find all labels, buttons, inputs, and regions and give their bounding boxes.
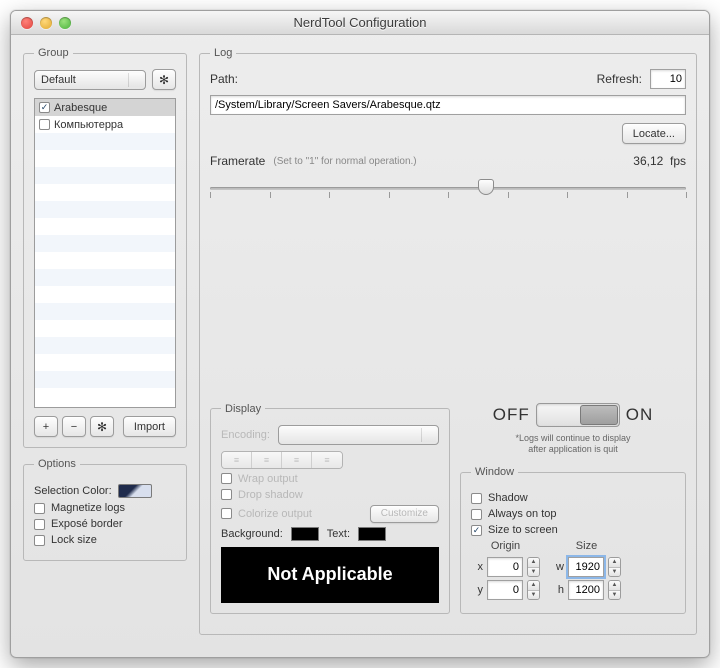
align-left-icon: ≡: [222, 452, 252, 468]
toggle-note-1: *Logs will continue to display: [515, 433, 630, 443]
app-window: NerdTool Configuration Group Default ▲▼: [10, 10, 710, 658]
fps-unit: fps: [670, 154, 686, 168]
x-input[interactable]: [487, 557, 523, 577]
size-to-screen-label: Size to screen: [488, 524, 558, 536]
framerate-hint: (Set to "1" for normal operation.): [273, 156, 416, 167]
framerate-label: Framerate: [210, 154, 265, 168]
window-panel: Window Shadow Always on top: [460, 466, 686, 614]
toggle-knob[interactable]: [580, 405, 618, 425]
w-stepper[interactable]: ▲▼: [608, 557, 621, 577]
h-stepper[interactable]: ▲▼: [608, 580, 621, 600]
list-item[interactable]: Компьютерра: [35, 116, 175, 133]
close-icon[interactable]: [21, 17, 33, 29]
h-label: h: [552, 584, 564, 596]
toggle-off-label: OFF: [493, 405, 530, 425]
lock-size-checkbox[interactable]: [34, 535, 45, 546]
w-input[interactable]: [568, 557, 604, 577]
framerate-slider[interactable]: [210, 176, 686, 200]
remove-button[interactable]: −: [62, 416, 86, 437]
group-select-value: Default: [41, 74, 76, 86]
encoding-label: Encoding:: [221, 429, 270, 441]
w-label: w: [552, 561, 564, 573]
magnetize-label: Magnetize logs: [51, 502, 125, 514]
expose-label: Exposé border: [51, 518, 123, 530]
text-color-label: Text:: [327, 528, 350, 540]
x-stepper[interactable]: ▲▼: [527, 557, 540, 577]
wrap-checkbox: [221, 473, 232, 484]
window-legend: Window: [471, 466, 518, 478]
slider-thumb[interactable]: [478, 179, 494, 195]
gear-icon: [159, 73, 169, 87]
selection-color-label: Selection Color:: [34, 485, 112, 497]
y-input[interactable]: [487, 580, 523, 600]
selection-color-well[interactable]: [118, 484, 152, 498]
locate-button[interactable]: Locate...: [622, 123, 686, 144]
size-to-screen-checkbox[interactable]: [471, 525, 482, 536]
background-label: Background:: [221, 528, 283, 540]
y-label: y: [471, 584, 483, 596]
magnetize-checkbox[interactable]: [34, 503, 45, 514]
colorize-checkbox: [221, 508, 232, 519]
options-panel: Options Selection Color: Magnetize logs …: [23, 458, 187, 561]
list-item[interactable]: Arabesque: [35, 99, 175, 116]
refresh-input[interactable]: [650, 69, 686, 89]
fps-value: 36,12: [633, 154, 663, 168]
background-color-well[interactable]: [291, 527, 319, 541]
gear-icon: [97, 420, 107, 434]
checkbox-icon[interactable]: [39, 119, 50, 130]
minimize-icon[interactable]: [40, 17, 52, 29]
refresh-label: Refresh:: [597, 72, 642, 86]
group-settings-button[interactable]: [152, 69, 176, 90]
preview-area: Not Applicable: [221, 547, 439, 603]
customize-button: Customize: [370, 505, 439, 523]
align-justify-icon: ≡: [312, 452, 342, 468]
always-on-top-label: Always on top: [488, 508, 556, 520]
persist-toggle[interactable]: [536, 403, 620, 427]
toggle-note-2: after application is quit: [528, 444, 618, 454]
list-item-label: Arabesque: [54, 102, 107, 114]
drop-shadow-checkbox: [221, 489, 232, 500]
path-label: Path:: [210, 72, 238, 86]
drop-shadow-label: Drop shadow: [238, 489, 303, 501]
options-legend: Options: [34, 458, 80, 470]
shadow-label: Shadow: [488, 492, 528, 504]
window-title: NerdTool Configuration: [11, 15, 709, 30]
import-button[interactable]: Import: [123, 416, 176, 437]
align-center-icon: ≡: [252, 452, 282, 468]
origin-heading: Origin: [471, 540, 540, 554]
add-button[interactable]: +: [34, 416, 58, 437]
colorize-label: Colorize output: [238, 508, 312, 520]
log-panel: Log Path: Refresh: Locate... Framerate (…: [199, 47, 697, 635]
log-legend: Log: [210, 47, 236, 59]
size-heading: Size: [552, 540, 621, 554]
list-settings-button[interactable]: [90, 416, 114, 437]
always-on-top-checkbox[interactable]: [471, 509, 482, 520]
list-item-label: Компьютерра: [54, 119, 123, 131]
shadow-checkbox[interactable]: [471, 493, 482, 504]
toggle-on-label: ON: [626, 405, 654, 425]
group-select[interactable]: Default ▲▼: [34, 70, 146, 90]
wrap-label: Wrap output: [238, 473, 298, 485]
group-legend: Group: [34, 47, 73, 59]
path-input[interactable]: [210, 95, 686, 115]
x-label: x: [471, 561, 483, 573]
display-legend: Display: [221, 403, 265, 415]
group-panel: Group Default ▲▼ Arabesque: [23, 47, 187, 448]
encoding-select: ▲▼: [278, 425, 439, 445]
display-panel: Display Encoding: ▲▼ ≡ ≡ ≡ ≡: [210, 403, 450, 614]
h-input[interactable]: [568, 580, 604, 600]
align-right-icon: ≡: [282, 452, 312, 468]
alignment-segmented: ≡ ≡ ≡ ≡: [221, 451, 343, 469]
checkbox-icon[interactable]: [39, 102, 50, 113]
zoom-icon[interactable]: [59, 17, 71, 29]
expose-checkbox[interactable]: [34, 519, 45, 530]
y-stepper[interactable]: ▲▼: [527, 580, 540, 600]
lock-size-label: Lock size: [51, 534, 97, 546]
text-color-well[interactable]: [358, 527, 386, 541]
log-list[interactable]: Arabesque Компьютерра: [34, 98, 176, 408]
titlebar: NerdTool Configuration: [11, 11, 709, 35]
